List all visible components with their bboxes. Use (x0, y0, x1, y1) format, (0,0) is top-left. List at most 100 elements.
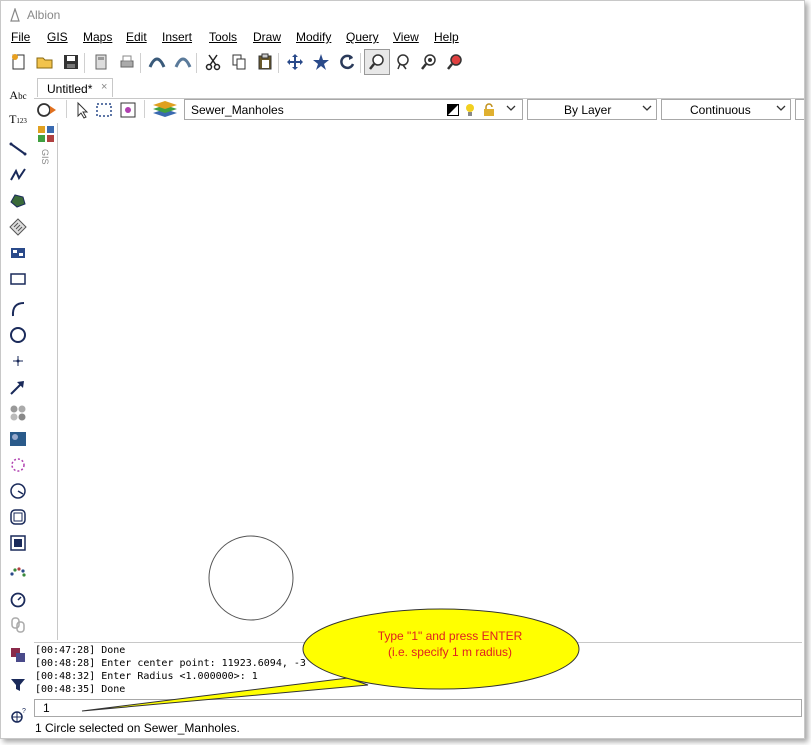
drawn-circle[interactable] (208, 535, 294, 621)
refresh-button[interactable] (334, 49, 360, 75)
gis-panel-label: GIS (40, 149, 50, 165)
layer-select[interactable]: Sewer_Manholes (184, 99, 523, 120)
zoom-window-button[interactable] (364, 49, 390, 75)
circle-tool[interactable] (5, 323, 31, 347)
chevron-down-icon (776, 105, 786, 111)
zoom-previous-button[interactable] (442, 49, 468, 75)
menu-draw[interactable]: Draw (253, 30, 281, 44)
lineweight-select[interactable] (795, 99, 804, 120)
title-bar: Albion (1, 1, 804, 29)
star-button[interactable] (308, 49, 334, 75)
hatch-tool[interactable] (5, 215, 31, 239)
zoom-lasso-button[interactable] (390, 49, 416, 75)
history-line: [00:48:28] Enter center point: 11923.609… (35, 658, 306, 669)
zoom-extents-button[interactable] (416, 49, 442, 75)
print-icon (120, 55, 134, 68)
paste-icon (258, 53, 272, 70)
undo-button[interactable] (144, 49, 170, 75)
refresh-icon (340, 54, 355, 70)
text-tool[interactable]: Abc (5, 83, 31, 107)
box-select-button[interactable] (94, 100, 114, 120)
close-icon[interactable]: × (101, 81, 107, 93)
filter-tool[interactable] (5, 673, 31, 697)
line-tool[interactable] (5, 137, 31, 161)
print-button[interactable] (114, 49, 140, 75)
new-icon (12, 54, 25, 70)
explode-tool[interactable] (5, 531, 31, 555)
zoom-previous-icon (447, 54, 462, 70)
dimension-icon (10, 483, 26, 499)
image-icon (10, 432, 26, 446)
page-icon (95, 54, 107, 70)
color-select[interactable]: By Layer (527, 99, 657, 120)
zoom-lasso-icon (397, 54, 409, 70)
left-toolbar: Abc T123 ? (1, 79, 34, 738)
points-tool[interactable] (5, 561, 31, 585)
gis-panel-button[interactable] (37, 125, 55, 143)
callout-line-1: Type "1" and press ENTER (377, 629, 523, 643)
arrow-icon (10, 381, 24, 395)
menu-edit[interactable]: Edit (126, 30, 147, 44)
layer-toolbar: Sewer_Manholes By Layer Continuous (34, 98, 804, 121)
chevron-down-icon (506, 105, 516, 111)
select-similar-button[interactable] (118, 100, 138, 120)
rectangle-icon (10, 273, 26, 285)
tab-untitled[interactable]: Untitled* × (37, 78, 113, 97)
save-button[interactable] (58, 49, 84, 75)
rectangle-tool[interactable] (5, 267, 31, 291)
drawing-canvas[interactable] (58, 123, 802, 640)
dimension-tool[interactable] (5, 479, 31, 503)
pan-button[interactable] (282, 49, 308, 75)
history-line: [00:48:35] Done (35, 684, 126, 695)
arc-tool[interactable] (5, 297, 31, 321)
menu-tools[interactable]: Tools (209, 30, 237, 44)
menu-modify[interactable]: Modify (296, 30, 331, 44)
link-tool[interactable] (5, 613, 31, 637)
open-icon (36, 57, 53, 69)
snap-tool[interactable]: ? (5, 703, 31, 727)
open-button[interactable] (32, 49, 58, 75)
text-style-tool[interactable]: T123 (5, 107, 31, 131)
layer-color-icon (447, 104, 459, 116)
new-button[interactable] (6, 49, 32, 75)
select-mode-button[interactable] (36, 100, 58, 120)
pattern-tool[interactable] (5, 401, 31, 425)
menu-help[interactable]: Help (434, 30, 459, 44)
status-text: 1 Circle selected on Sewer_Manholes. (35, 721, 240, 735)
polygon-tool[interactable] (5, 189, 31, 213)
block-tool[interactable] (5, 241, 31, 265)
arrow-tool[interactable] (5, 375, 31, 399)
app-logo-icon (10, 8, 20, 22)
callout-text: Type "1" and press ENTER (i.e. specify 1… (330, 628, 570, 660)
layers-tool[interactable] (5, 643, 31, 667)
polyline-tool[interactable] (5, 163, 31, 187)
menu-query[interactable]: Query (346, 30, 379, 44)
filter-icon (11, 679, 25, 691)
copy-button[interactable] (226, 49, 252, 75)
menu-gis[interactable]: GIS (47, 30, 68, 44)
point-tool[interactable] (5, 349, 31, 373)
menu-file[interactable]: File (11, 30, 30, 44)
pointer-select-button[interactable] (72, 100, 92, 120)
clock-tool[interactable] (5, 587, 31, 611)
image-tool[interactable] (5, 427, 31, 451)
pan-icon (287, 54, 303, 70)
menu-view[interactable]: View (393, 30, 419, 44)
menu-insert[interactable]: Insert (162, 30, 192, 44)
polygon-icon (10, 194, 26, 208)
cut-button[interactable] (200, 49, 226, 75)
menu-maps[interactable]: Maps (83, 30, 112, 44)
zoom-window-icon (369, 54, 384, 70)
selection-tool[interactable] (5, 453, 31, 477)
text-style-icon: T123 (9, 111, 27, 126)
menu-bar: File GIS Maps Edit Insert Tools Draw Mod… (1, 29, 804, 47)
pattern-icon (10, 405, 26, 421)
linetype-select[interactable]: Continuous (661, 99, 791, 120)
redo-button[interactable] (170, 49, 196, 75)
circle-icon (10, 327, 26, 343)
offset-tool[interactable] (5, 505, 31, 529)
paste-button[interactable] (252, 49, 278, 75)
page-button[interactable] (88, 49, 114, 75)
layers-button[interactable] (150, 99, 180, 119)
command-input[interactable]: 1 (34, 699, 802, 717)
